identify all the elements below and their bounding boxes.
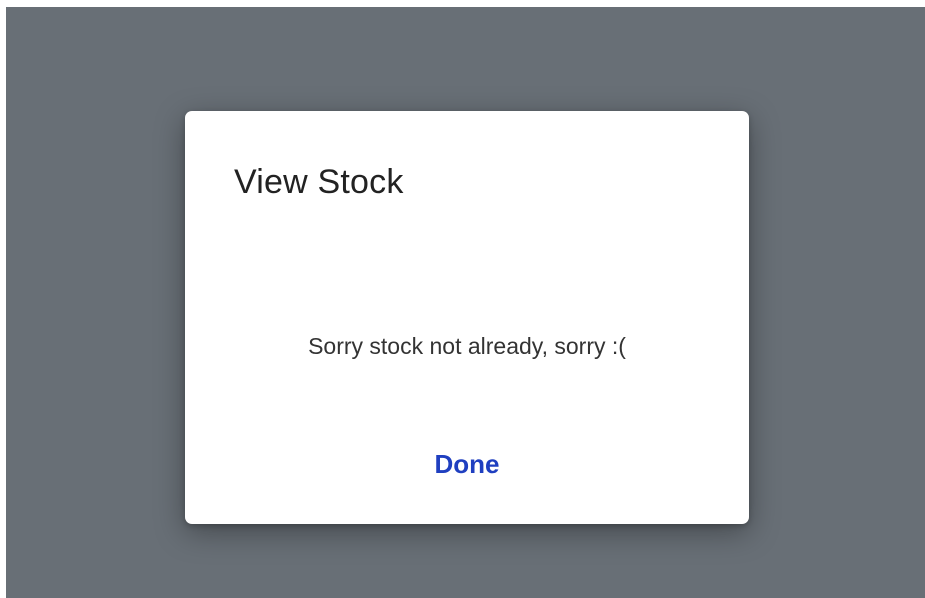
screen: View Stock Sorry stock not already, sorr… <box>0 0 925 598</box>
dialog-title: View Stock <box>234 163 404 201</box>
view-stock-dialog: View Stock Sorry stock not already, sorr… <box>185 111 749 524</box>
done-button[interactable]: Done <box>417 439 517 489</box>
dialog-message: Sorry stock not already, sorry :( <box>308 333 626 359</box>
